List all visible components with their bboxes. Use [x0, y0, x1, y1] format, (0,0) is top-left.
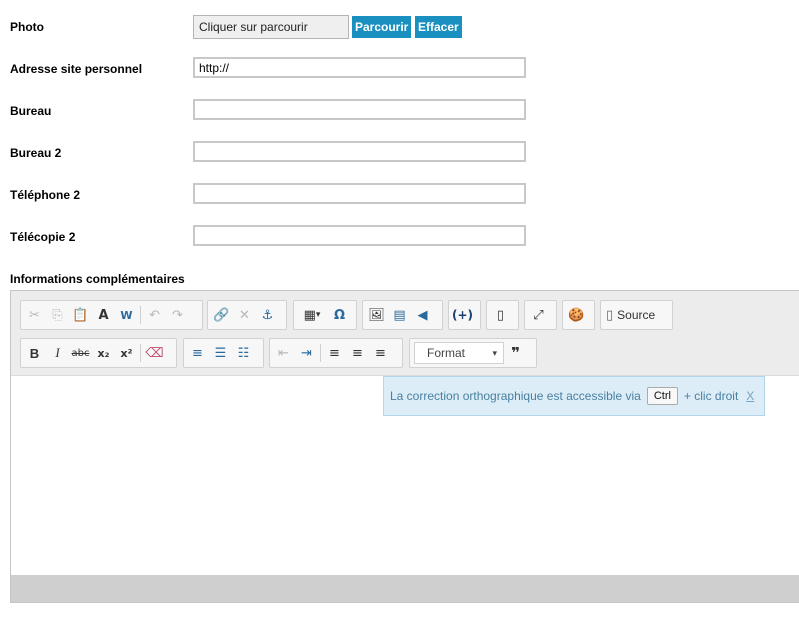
- align-right-icon[interactable]: ≡: [369, 341, 392, 365]
- separator: [140, 306, 141, 324]
- info-label: Informations complémentaires: [10, 272, 185, 286]
- spellcheck-notice: La correction orthographique est accessi…: [383, 376, 765, 416]
- format-label: Format: [427, 346, 466, 360]
- chevron-down-icon: ▾: [492, 347, 497, 358]
- numbered-list-icon[interactable]: ≡: [186, 341, 209, 365]
- photo-file-field[interactable]: Cliquer sur parcourir: [193, 15, 349, 39]
- office-label: Bureau: [10, 104, 52, 118]
- align-center-icon[interactable]: ≡: [346, 341, 369, 365]
- source-group: ▯ Source: [600, 300, 673, 330]
- basic-styles-group: B I abc x₂ x² ⌫: [20, 338, 177, 368]
- maximize-group: ⤢: [524, 300, 557, 330]
- source-button[interactable]: ▯ Source: [603, 303, 658, 327]
- outdent-icon[interactable]: ⇤: [272, 341, 295, 365]
- cookie-group: 🍪: [562, 300, 595, 330]
- bold-icon[interactable]: B: [23, 341, 46, 365]
- indent-align-group: ⇤ ⇥ ≡ ≡ ≡: [269, 338, 403, 368]
- table-icon[interactable]: ▦ ▾: [296, 303, 328, 327]
- maximize-icon[interactable]: ⤢: [527, 303, 550, 327]
- image-icon[interactable]: 🖼: [365, 303, 388, 327]
- rich-text-editor: ✂ ⎘ 📋 A W ↶ ↷ 🔗 ✕ ⚓ ▦ ▾ Ω 🖼 ▤ ◀ (+) ▯ ⤢ …: [10, 290, 799, 603]
- link-icon[interactable]: 🔗: [210, 303, 233, 327]
- indent-icon[interactable]: ⇥: [295, 341, 318, 365]
- blockquote-icon[interactable]: ❞: [504, 341, 527, 365]
- phone2-label: Téléphone 2: [10, 188, 81, 202]
- remove-format-icon[interactable]: ⌫: [143, 341, 166, 365]
- notice-text: La correction orthographique est accessi…: [390, 389, 641, 403]
- source-icon: ▯: [606, 307, 614, 323]
- audio-icon[interactable]: ◀: [411, 303, 434, 327]
- links-group: 🔗 ✕ ⚓: [207, 300, 287, 330]
- browse-button[interactable]: Parcourir: [352, 16, 412, 38]
- media-group: 🖼 ▤ ◀: [362, 300, 443, 330]
- cookie-icon[interactable]: 🍪: [565, 303, 588, 327]
- paste-text-icon[interactable]: A: [92, 303, 115, 327]
- checklist-icon[interactable]: ☷: [232, 341, 255, 365]
- clipboard-group: ✂ ⎘ 📋 A W ↶ ↷: [20, 300, 203, 330]
- notice-suffix: + clic droit: [683, 389, 739, 403]
- separator: [140, 344, 141, 362]
- clear-button[interactable]: Effacer: [415, 16, 462, 38]
- template-icon[interactable]: ▯: [489, 303, 512, 327]
- ctrl-key-badge: Ctrl: [646, 387, 678, 405]
- fax2-input[interactable]: [193, 225, 526, 246]
- photo-label: Photo: [10, 20, 44, 34]
- strike-icon[interactable]: abc: [69, 341, 92, 365]
- placeholder-icon[interactable]: (+): [451, 303, 474, 327]
- phone2-input[interactable]: [193, 183, 526, 204]
- unlink-icon[interactable]: ✕: [233, 303, 256, 327]
- placeholder-group: (+): [448, 300, 481, 330]
- website-label: Adresse site personnel: [10, 62, 143, 76]
- format-select[interactable]: Format ▾: [414, 342, 504, 364]
- source-label: Source: [617, 308, 656, 322]
- separator: [320, 344, 321, 362]
- flash-icon[interactable]: ▤: [388, 303, 411, 327]
- notice-close-button[interactable]: X: [746, 389, 754, 403]
- align-left-icon[interactable]: ≡: [323, 341, 346, 365]
- editor-status-bar: [11, 575, 799, 602]
- undo-icon[interactable]: ↶: [143, 303, 166, 327]
- cut-icon[interactable]: ✂: [23, 303, 46, 327]
- format-group: Format ▾ ❞: [409, 338, 537, 368]
- superscript-icon[interactable]: x²: [115, 341, 138, 365]
- special-char-icon[interactable]: Ω: [328, 303, 351, 327]
- editor-toolbar: ✂ ⎘ 📋 A W ↶ ↷ 🔗 ✕ ⚓ ▦ ▾ Ω 🖼 ▤ ◀ (+) ▯ ⤢ …: [11, 291, 799, 376]
- table-glyph: ▦: [303, 307, 316, 323]
- subscript-icon[interactable]: x₂: [92, 341, 115, 365]
- paste-icon[interactable]: 📋: [69, 303, 92, 327]
- office2-input[interactable]: [193, 141, 526, 162]
- editor-content-area[interactable]: La correction orthographique est accessi…: [11, 376, 799, 575]
- bulleted-list-icon[interactable]: ☰: [209, 341, 232, 365]
- office-input[interactable]: [193, 99, 526, 120]
- redo-icon[interactable]: ↷: [166, 303, 189, 327]
- paste-word-icon[interactable]: W: [115, 303, 138, 327]
- template-group: ▯: [486, 300, 519, 330]
- anchor-icon[interactable]: ⚓: [256, 303, 279, 327]
- chevron-down-icon: ▾: [315, 310, 321, 320]
- lists-group: ≡ ☰ ☷: [183, 338, 264, 368]
- italic-icon[interactable]: I: [46, 341, 69, 365]
- insert-group: ▦ ▾ Ω: [293, 300, 357, 330]
- copy-icon[interactable]: ⎘: [46, 303, 69, 327]
- website-input[interactable]: [193, 57, 526, 78]
- fax2-label: Télécopie 2: [10, 230, 76, 244]
- office2-label: Bureau 2: [10, 146, 62, 160]
